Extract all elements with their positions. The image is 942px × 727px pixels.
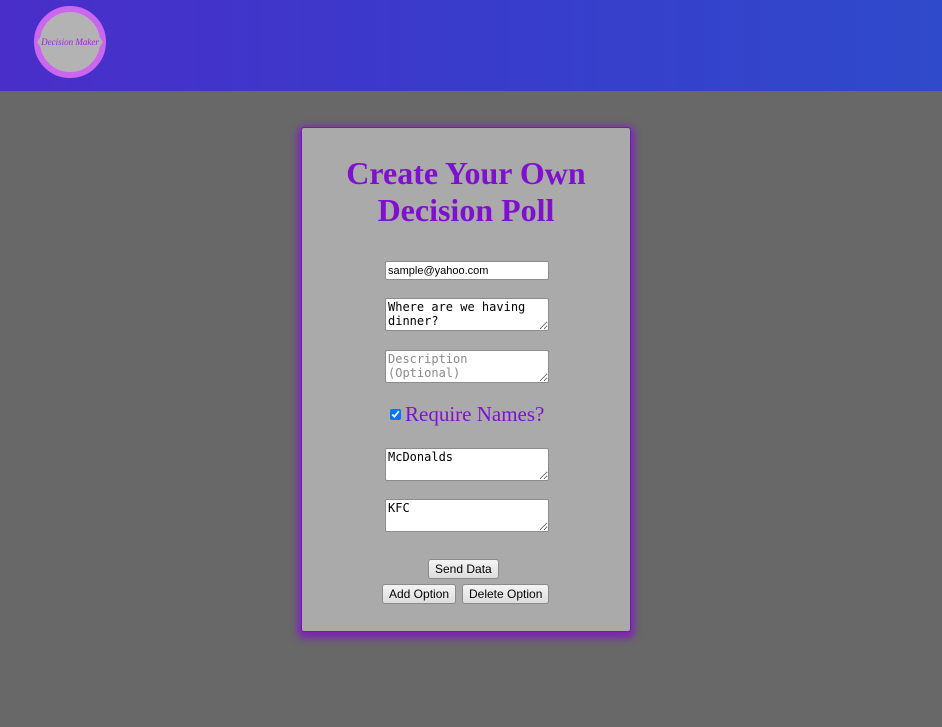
option-field-2[interactable]: KFC — [385, 499, 549, 532]
decision-maker-logo[interactable]: Decision Maker — [33, 4, 107, 80]
require-names-checkbox[interactable] — [390, 408, 401, 420]
top-header-bar: Decision Maker — [0, 0, 942, 91]
title-line-2: Decision Poll — [377, 192, 555, 228]
send-data-button[interactable]: Send Data — [428, 559, 499, 579]
page-title: Create Your Own Decision Poll — [302, 155, 630, 229]
add-option-button[interactable]: Add Option — [382, 584, 457, 604]
delete-option-button[interactable]: Delete Option — [462, 584, 550, 604]
poll-form-card: Create Your Own Decision Poll Where are … — [301, 127, 631, 632]
require-names-label[interactable]: Require Names? — [405, 402, 544, 427]
description-field[interactable] — [385, 350, 549, 383]
option-field-1[interactable]: McDonalds — [385, 448, 549, 481]
logo-text: Decision Maker — [40, 37, 99, 47]
title-line-1: Create Your Own — [346, 155, 586, 191]
email-field[interactable] — [385, 261, 549, 280]
question-field[interactable]: Where are we having dinner? — [385, 298, 549, 331]
require-names-row: Require Names? — [390, 400, 544, 428]
